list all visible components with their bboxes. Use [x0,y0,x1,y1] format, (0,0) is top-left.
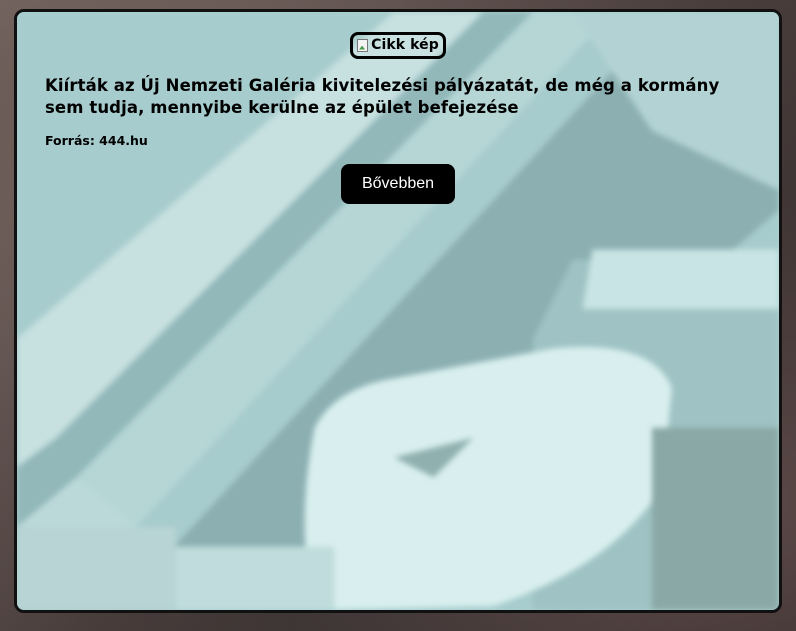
article-source: Forrás: 444.hu [45,133,148,148]
image-alt-text: Cikk kép [371,37,439,53]
article-title: Kiírták az Új Nemzeti Galéria kivitelezé… [45,76,720,117]
article-content: Cikk kép Kiírták az Új Nemzeti Galéria k… [17,12,779,610]
broken-image-icon [357,38,369,52]
button-container: Bővebben [45,164,751,204]
read-more-button[interactable]: Bővebben [340,164,456,204]
article-card: Cikk kép Kiírták az Új Nemzeti Galéria k… [14,9,782,613]
image-container: Cikk kép [45,32,751,59]
article-image: Cikk kép [350,32,446,59]
